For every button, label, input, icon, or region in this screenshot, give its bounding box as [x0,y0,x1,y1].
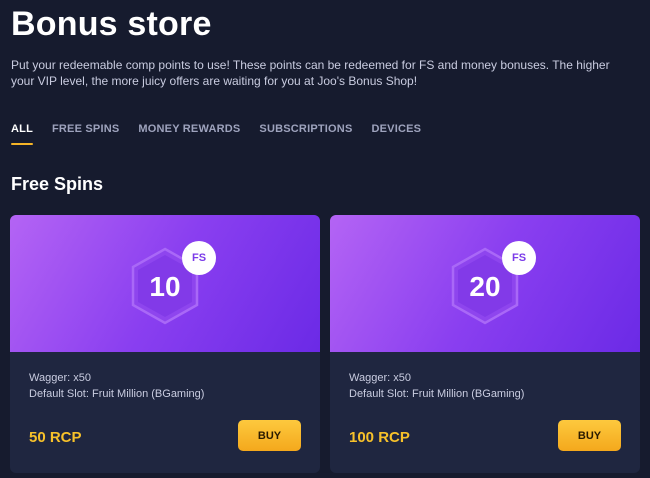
fs-badge: FS [182,241,216,275]
wagger-text: Wagger: x50 [29,372,91,384]
tab-free-spins[interactable]: FREE SPINS [52,122,119,145]
tab-all[interactable]: ALL [11,122,33,145]
spin-amount: 10 [149,271,181,302]
bonus-card: 10 FS Wagger: x50 Default Slot: Fruit Mi… [10,215,320,473]
price: 50 RCP [29,429,82,446]
spin-amount: 20 [469,271,501,302]
tab-devices[interactable]: DEVICES [371,122,421,145]
wagger-text: Wagger: x50 [349,372,411,384]
page-intro: Put your redeemable comp points to use! … [11,58,610,88]
section-title: Free Spins [11,174,104,194]
card-hero: 10 FS [10,215,320,352]
card-details: Wagger: x50 Default Slot: Fruit Million … [29,371,204,402]
bonus-card: 20 FS Wagger: x50 Default Slot: Fruit Mi… [330,215,640,473]
tab-money-rewards[interactable]: MONEY REWARDS [138,122,240,145]
card-hero: 20 FS [330,215,640,352]
default-slot-text: Default Slot: Fruit Million (BGaming) [29,387,205,400]
page-title: Bonus store [11,5,212,43]
fs-badge: FS [502,241,536,275]
price: 100 RCP [349,429,410,446]
category-tabs: ALL FREE SPINS MONEY REWARDS SUBSCRIPTIO… [11,122,421,145]
default-slot-text: Default Slot: Fruit Million (BGaming) [349,387,525,400]
buy-button[interactable]: BUY [558,420,621,451]
buy-button[interactable]: BUY [238,420,301,451]
tab-subscriptions[interactable]: SUBSCRIPTIONS [259,122,352,145]
card-details: Wagger: x50 Default Slot: Fruit Million … [349,371,524,402]
